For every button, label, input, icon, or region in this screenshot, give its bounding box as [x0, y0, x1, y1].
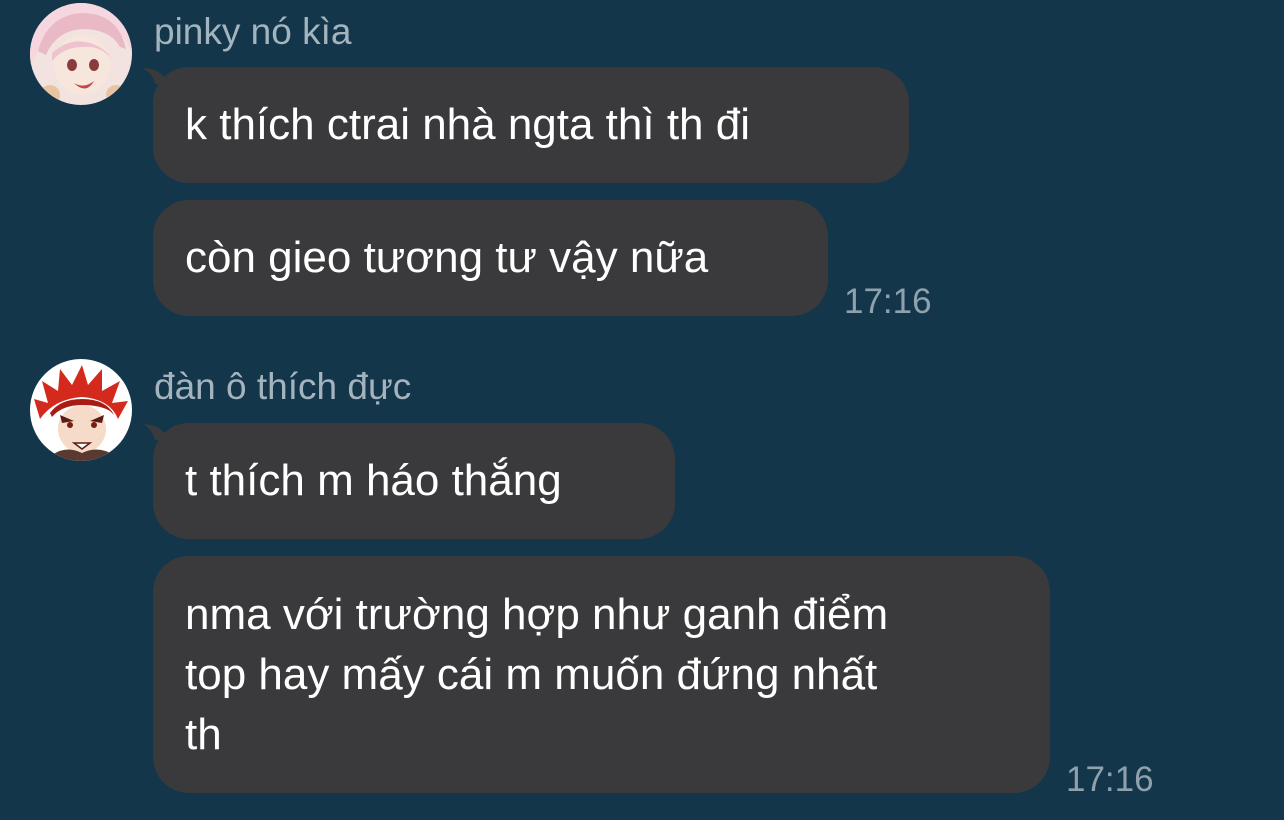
- sender-name: đàn ô thích đực: [154, 366, 412, 407]
- message-bubble[interactable]: t thích m háo thắng: [153, 423, 675, 539]
- message-timestamp: 17:16: [844, 282, 932, 321]
- sender-name: pinky nó kìa: [154, 11, 352, 52]
- message-text: k thích ctrai nhà ngta thì th đi: [185, 100, 750, 149]
- message-bubble[interactable]: nma với trường hợp như ganh điểm top hay…: [153, 556, 1050, 793]
- message-text: nma với trường hợp như ganh điểm top hay…: [185, 589, 889, 759]
- message-text: t thích m háo thắng: [185, 456, 562, 505]
- message-timestamp: 17:16: [1066, 760, 1154, 799]
- message-bubble[interactable]: còn gieo tương tư vậy nữa: [153, 200, 828, 316]
- pink-haired-anime-avatar-icon[interactable]: [30, 3, 132, 105]
- red-spiky-haired-anime-avatar-icon[interactable]: [30, 359, 132, 461]
- message-bubble[interactable]: k thích ctrai nhà ngta thì th đi: [153, 67, 909, 183]
- message-text: còn gieo tương tư vậy nữa: [185, 233, 709, 282]
